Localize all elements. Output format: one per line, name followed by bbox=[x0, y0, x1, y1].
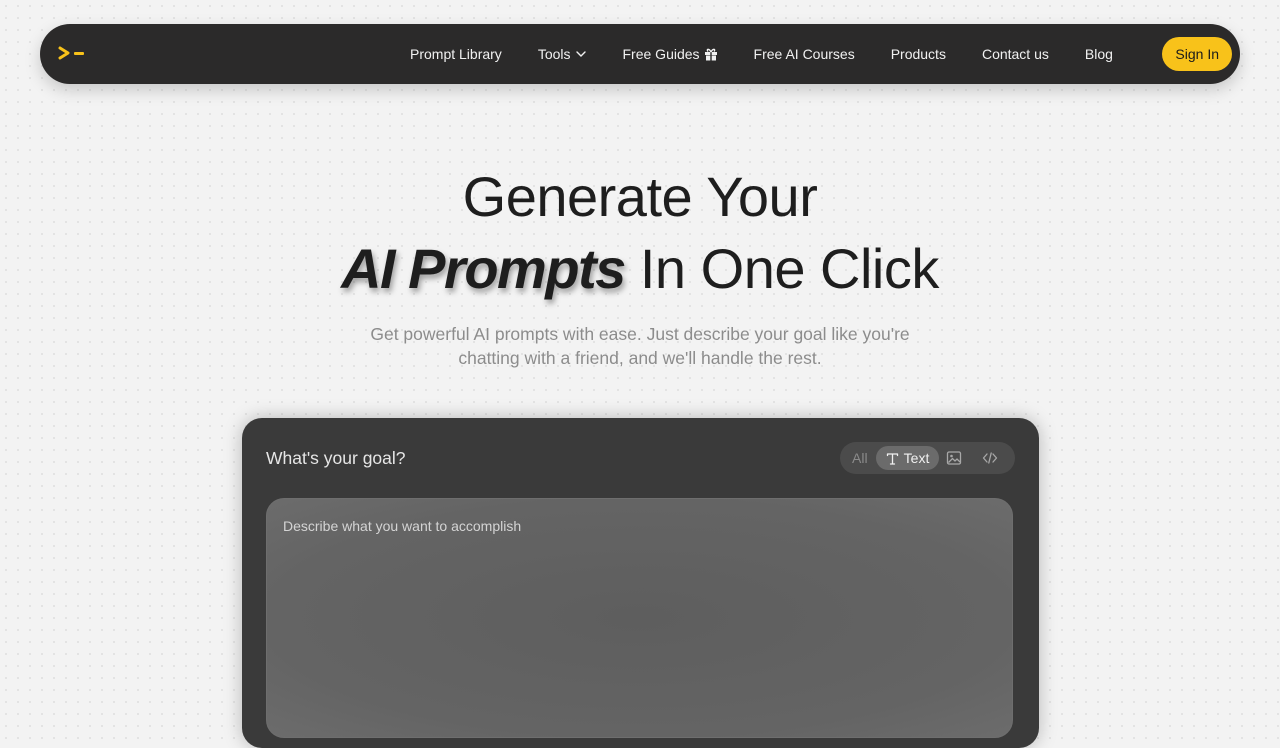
hero-subtitle-line1: Get powerful AI prompts with ease. Just … bbox=[370, 324, 910, 344]
nav-link-label: Prompt Library bbox=[410, 46, 502, 62]
nav-link-products[interactable]: Products bbox=[891, 46, 946, 62]
gift-icon bbox=[704, 48, 717, 61]
hero-title-line2: AI Prompts In One Click bbox=[0, 236, 1280, 301]
nav-link-tools[interactable]: Tools bbox=[538, 46, 587, 62]
mode-all-option[interactable]: All bbox=[852, 450, 868, 466]
nav-link-label: Products bbox=[890, 46, 946, 62]
sign-in-button[interactable]: Sign In bbox=[1162, 37, 1232, 71]
prompt-generator-card: What's your goal? All Text bbox=[242, 418, 1039, 748]
terminal-prompt-icon[interactable] bbox=[58, 44, 88, 64]
mode-text-label: Text bbox=[903, 450, 930, 466]
nav-link-label: Free AI Courses bbox=[753, 46, 855, 62]
nav-link-blog[interactable]: Blog bbox=[1085, 46, 1113, 62]
nav-link-label: Free Guides bbox=[622, 46, 700, 62]
nav-link-label: Tools bbox=[537, 46, 571, 62]
mode-text-option[interactable]: Text bbox=[876, 446, 939, 470]
nav-link-free-ai-courses[interactable]: Free AI Courses bbox=[754, 46, 855, 62]
nav-link-label: Contact us bbox=[981, 46, 1049, 62]
mode-toggle-group: All Text bbox=[840, 442, 1015, 474]
image-icon[interactable] bbox=[946, 450, 962, 466]
chevron-down-icon bbox=[575, 51, 586, 57]
nav-link-free-guides[interactable]: Free Guides bbox=[623, 46, 718, 62]
nav-link-prompt-library[interactable]: Prompt Library bbox=[410, 46, 502, 62]
nav-link-contact-us[interactable]: Contact us bbox=[982, 46, 1049, 62]
nav-links: Prompt Library Tools Free Guides Free AI… bbox=[410, 24, 1113, 84]
goal-label: What's your goal? bbox=[266, 448, 406, 468]
top-navbar: Prompt Library Tools Free Guides Free AI… bbox=[40, 24, 1240, 84]
text-type-icon bbox=[886, 452, 898, 465]
hero-subtitle: Get powerful AI prompts with ease. Just … bbox=[340, 322, 940, 370]
code-icon[interactable] bbox=[982, 450, 998, 466]
hero-subtitle-line2: chatting with a friend, and we'll handle… bbox=[458, 348, 822, 368]
hero-title-emphasis: AI Prompts bbox=[341, 237, 626, 300]
hero-title-rest: In One Click bbox=[639, 237, 940, 300]
nav-link-label: Blog bbox=[1084, 46, 1113, 62]
goal-description-input[interactable] bbox=[266, 498, 1013, 738]
hero-title-line1: Generate Your bbox=[462, 165, 818, 228]
